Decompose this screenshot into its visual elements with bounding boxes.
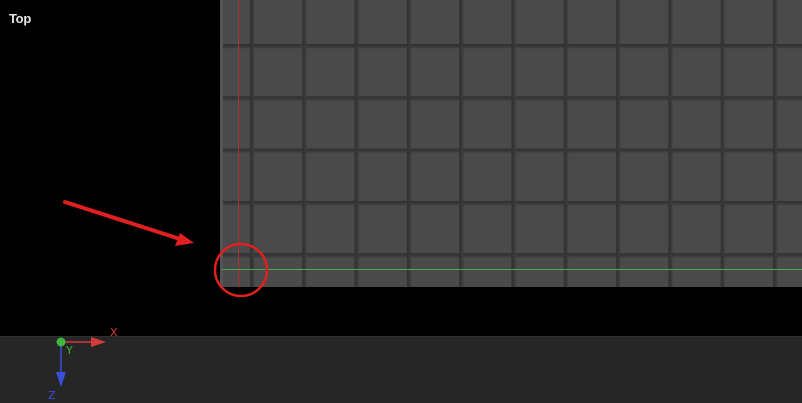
bottom-panel xyxy=(0,336,802,403)
x-axis-line xyxy=(238,0,239,287)
x-axis-label: X xyxy=(110,326,118,339)
y-axis-line xyxy=(222,269,802,270)
grid-plane-edge xyxy=(220,0,223,287)
3d-viewport[interactable]: Top xyxy=(0,0,802,336)
y-axis-label: Y xyxy=(66,344,73,357)
grid-plane xyxy=(220,0,802,287)
view-label: Top xyxy=(9,11,31,26)
z-axis-label: Z xyxy=(48,389,56,402)
